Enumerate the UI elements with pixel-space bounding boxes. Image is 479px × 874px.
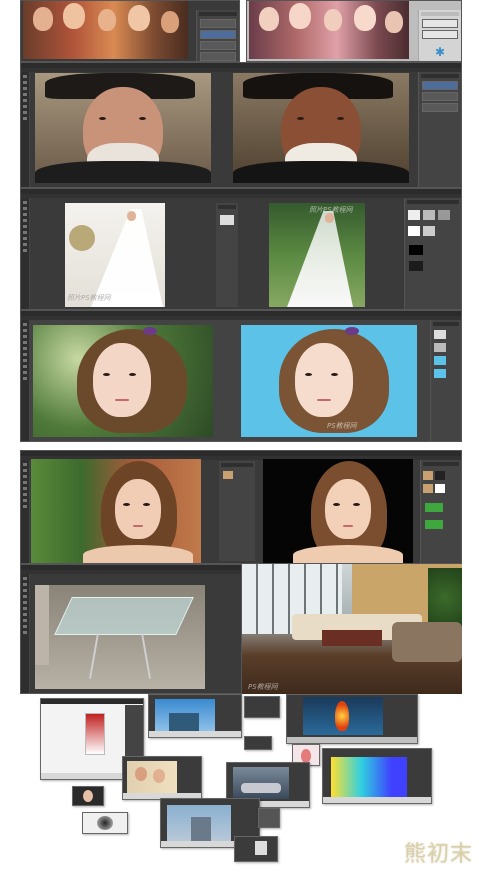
- ps-window-old-man: [20, 62, 462, 188]
- thumb-portrait-small[interactable]: [72, 786, 104, 806]
- row-group-photo: ✱: [20, 0, 462, 62]
- watermark: 照片PS教程网: [309, 206, 353, 214]
- canvas-curly-girl-after: PS教程网: [241, 325, 417, 437]
- row-old-man: [20, 62, 462, 188]
- canvas-old-man-before: [35, 73, 211, 183]
- watermark: 照片PS教程网: [67, 294, 111, 302]
- layers-panel-longhair: [420, 460, 461, 563]
- canvas-curly-girl-before: [33, 325, 213, 437]
- canvas-bride-after: 照片PS教程网: [269, 203, 365, 307]
- thumb-vivid[interactable]: [322, 748, 432, 804]
- thumb-family[interactable]: [122, 756, 202, 800]
- canvas-old-man-after: [233, 73, 409, 183]
- thumb-city[interactable]: [148, 694, 242, 738]
- watermark: PS教程网: [248, 683, 278, 691]
- tools-panel: [21, 72, 30, 187]
- ps-window-bride: 照片PS教程网 照片PS教程网: [20, 188, 462, 310]
- canvas-longhair-before: [31, 459, 201, 563]
- snowflake-icon: ✱: [434, 45, 446, 59]
- ps-window-glass-table: [20, 564, 242, 694]
- canvas-group-before: [23, 1, 188, 59]
- layer-thumbnail-icon[interactable]: [422, 81, 458, 90]
- row-curly-girl: PS教程网: [20, 310, 462, 442]
- row-glass-table: PS教程网: [20, 564, 462, 694]
- thumb-tiny[interactable]: [244, 736, 272, 750]
- canvas-bride-before: 照片PS教程网: [65, 203, 165, 307]
- ps-window-longhair: [20, 450, 462, 564]
- watermark: PS教程网: [327, 422, 357, 430]
- canvas-group-after: [249, 1, 409, 59]
- ps-window-group-before: [20, 0, 240, 62]
- layers-panel: [196, 10, 239, 61]
- thumb-small-dark[interactable]: [244, 696, 280, 718]
- row-longhair-girl: [20, 450, 462, 564]
- thumb-fire[interactable]: [286, 694, 418, 744]
- site-logo: 熊初末: [403, 842, 473, 867]
- canvas-living-room: PS教程网: [242, 564, 462, 694]
- layers-panel-old-man: [418, 72, 461, 187]
- thumb-dark-bottom[interactable]: [234, 836, 278, 862]
- layers-panel-curly: [430, 320, 461, 441]
- row-bride: 照片PS教程网 照片PS教程网: [20, 188, 462, 310]
- ps-window-group-after: ✱: [246, 0, 462, 62]
- ps-window-curly-girl: PS教程网: [20, 310, 462, 442]
- thumb-blur[interactable]: [82, 812, 128, 834]
- thumb-bw[interactable]: [258, 808, 280, 828]
- channels-panel: [404, 198, 461, 309]
- adjustments-panel: ✱: [418, 10, 461, 61]
- canvas-longhair-after: [263, 459, 413, 563]
- canvas-glass-table: [35, 585, 205, 689]
- ps-window-living-room: PS教程网: [242, 564, 462, 694]
